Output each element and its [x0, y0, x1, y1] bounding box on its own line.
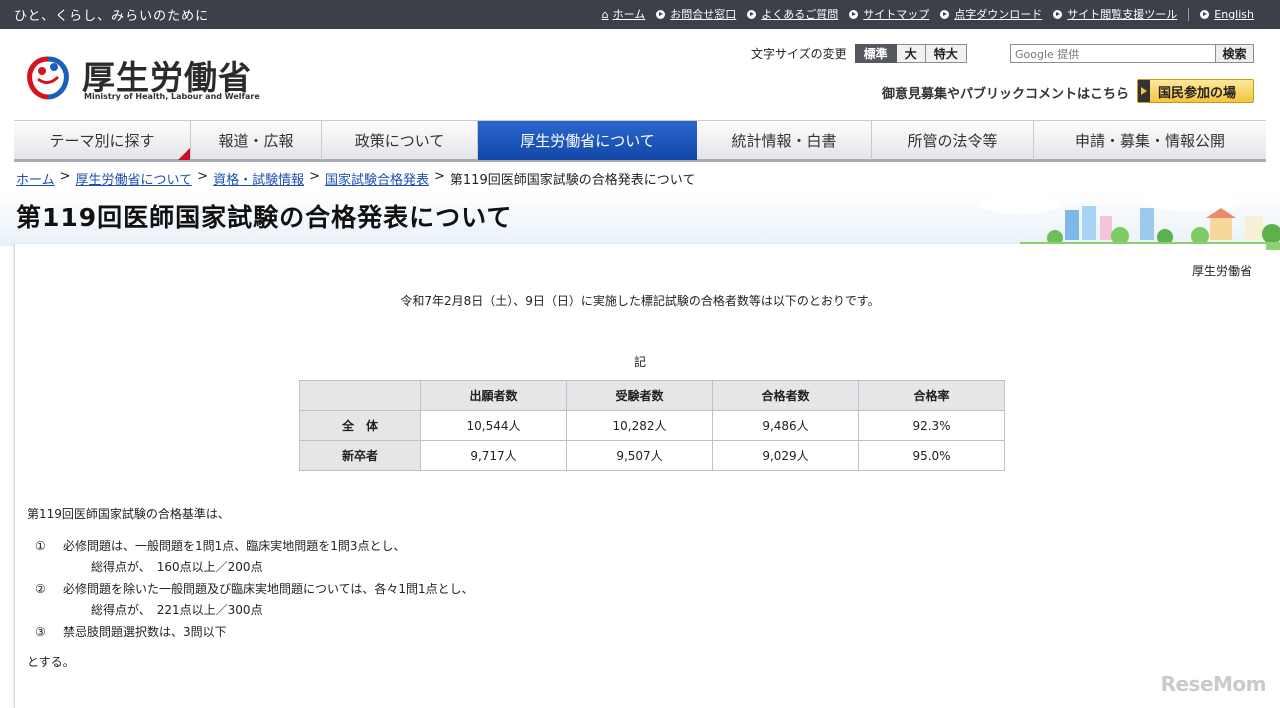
arrow-right-icon [1138, 80, 1150, 102]
public-participation-button[interactable]: 国民参加の場 [1137, 79, 1254, 103]
criteria-item: ② 必修問題を除いた一般問題及び臨床実地問題については、各々1問1点とし、 [35, 582, 474, 596]
table-header-row: 出願者数 受験者数 合格者数 合格率 [299, 380, 1005, 411]
column-header: 出願者数 [420, 380, 567, 411]
table-cell: 9,717人 [420, 440, 567, 471]
font-size-switcher: 文字サイズの変更 標準 大 特大 [751, 44, 967, 63]
column-header: 受験者数 [566, 380, 713, 411]
global-nav: テーマ別に探す 報道・広報 政策について 厚生労働省について 統計情報・白書 所… [14, 120, 1266, 162]
page-title: 第119回医師国家試験の合格発表について [16, 203, 513, 232]
faq-link[interactable]: よくあるご質問 [747, 6, 838, 22]
top-utility-bar: ひと、くらし、みらいのために ⌂ ホーム お問合せ窓口 よくあるご質問 サイトマッ… [0, 0, 1280, 29]
site-search: Google 提供 検索 [1010, 44, 1254, 63]
search-button[interactable]: 検索 [1216, 44, 1254, 63]
breadcrumb: ホーム > 厚生労働省について > 資格・試験情報 > 国家試験合格発表 > 第119回… [16, 169, 696, 188]
table-row: 全 体 10,544人 10,282人 9,486人 92.3% [299, 410, 1005, 441]
font-size-standard-button[interactable]: 標準 [854, 44, 897, 63]
accessibility-tool-link[interactable]: サイト閲覧支援ツール [1053, 6, 1177, 22]
table-cell: 10,544人 [420, 410, 567, 441]
town-illustration [980, 189, 1280, 250]
contact-link[interactable]: お問合せ窓口 [656, 6, 736, 22]
site-header: 厚生労働省 Ministry of Health, Labour and Wel… [0, 29, 1280, 120]
breadcrumb-current: 第119回医師国家試験の合格発表について [449, 173, 696, 188]
criteria-subitem: 総得点が、 221点以上／300点 [91, 603, 263, 617]
table-cell: 10,282人 [566, 410, 713, 441]
nav-item-laws[interactable]: 所管の法令等 [872, 121, 1034, 160]
table-cell: 9,486人 [712, 410, 859, 441]
table-cell: 92.3% [858, 410, 1005, 441]
tagline: ひと、くらし、みらいのために [14, 9, 210, 24]
ki-heading: 記 [633, 355, 646, 369]
search-input[interactable]: Google 提供 [1010, 44, 1216, 63]
nav-item-policy[interactable]: 政策について [322, 121, 478, 160]
nav-item-statistics[interactable]: 統計情報・白書 [697, 121, 872, 160]
arrow-circle-icon [747, 9, 757, 19]
intro-text: 令和7年2月8日（土）、9日（日）に実施した標記試験の合格者数等は以下のとおりで… [400, 294, 880, 308]
criteria-intro: 第119回医師国家試験の合格基準は、 [27, 507, 230, 521]
arrow-circle-icon [849, 9, 859, 19]
watermark-logo: ReseMom [1160, 672, 1267, 696]
sitemap-link[interactable]: サイトマップ [849, 6, 929, 22]
arrow-circle-icon [940, 9, 950, 19]
table-cell: 95.0% [858, 440, 1005, 471]
braille-download-link[interactable]: 点字ダウンロード [940, 6, 1042, 22]
column-header: 合格者数 [712, 380, 859, 411]
home-link[interactable]: ⌂ ホーム [602, 6, 646, 22]
corner-marker-icon [178, 148, 190, 160]
font-size-xlarge-button[interactable]: 特大 [925, 44, 967, 63]
english-link[interactable]: English [1200, 8, 1254, 21]
table-corner-cell [299, 380, 421, 411]
table-row: 新卒者 9,717人 9,507人 9,029人 95.0% [299, 440, 1005, 471]
table-cell: 9,507人 [566, 440, 713, 471]
criteria-subitem: 総得点が、 160点以上／200点 [91, 560, 263, 574]
author: 厚生労働省 [1191, 264, 1252, 278]
column-header: 合格率 [858, 380, 1005, 411]
divider [1188, 7, 1190, 21]
arrow-circle-icon [656, 9, 666, 19]
mhlw-logo-icon [27, 56, 69, 100]
logo-english: Ministry of Health, Labour and Welfare [84, 92, 260, 101]
row-header: 全 体 [299, 410, 421, 441]
table-cell: 9,029人 [712, 440, 859, 471]
nav-item-applications[interactable]: 申請・募集・情報公開 [1034, 121, 1266, 160]
font-size-large-button[interactable]: 大 [896, 44, 926, 63]
public-comment-text: 御意見募集やパブリックコメントはこちら [882, 87, 1130, 102]
criteria-item: ① 必修問題は、一般問題を1問1点、臨床実地問題を1問3点とし、 [35, 539, 406, 553]
breadcrumb-link-home[interactable]: ホーム [16, 169, 55, 188]
results-table: 出願者数 受験者数 合格者数 合格率 全 体 10,544人 10,282人 9… [299, 380, 1005, 471]
breadcrumb-link-exam-results[interactable]: 国家試験合格発表 [325, 169, 429, 188]
nav-item-about-mhlw[interactable]: 厚生労働省について [478, 121, 697, 160]
font-size-label: 文字サイズの変更 [751, 47, 847, 61]
arrow-circle-icon [1053, 9, 1063, 19]
site-logo[interactable]: 厚生労働省 Ministry of Health, Labour and Wel… [24, 51, 264, 107]
arrow-circle-icon [1200, 9, 1210, 19]
row-header: 新卒者 [299, 440, 421, 471]
nav-item-press[interactable]: 報道・広報 [191, 121, 322, 160]
breadcrumb-link-about[interactable]: 厚生労働省について [76, 169, 193, 188]
home-icon: ⌂ [601, 7, 609, 21]
nav-item-themes[interactable]: テーマ別に探す [14, 121, 191, 160]
closing-text: とする。 [27, 655, 75, 669]
criteria-item: ③ 禁忌肢問題選択数は、3問以下 [35, 625, 227, 639]
breadcrumb-link-qualifications[interactable]: 資格・試験情報 [213, 169, 304, 188]
utility-links: ⌂ ホーム お問合せ窓口 よくあるご質問 サイトマップ 点字ダウンロード サイト閲… [591, 6, 1254, 22]
